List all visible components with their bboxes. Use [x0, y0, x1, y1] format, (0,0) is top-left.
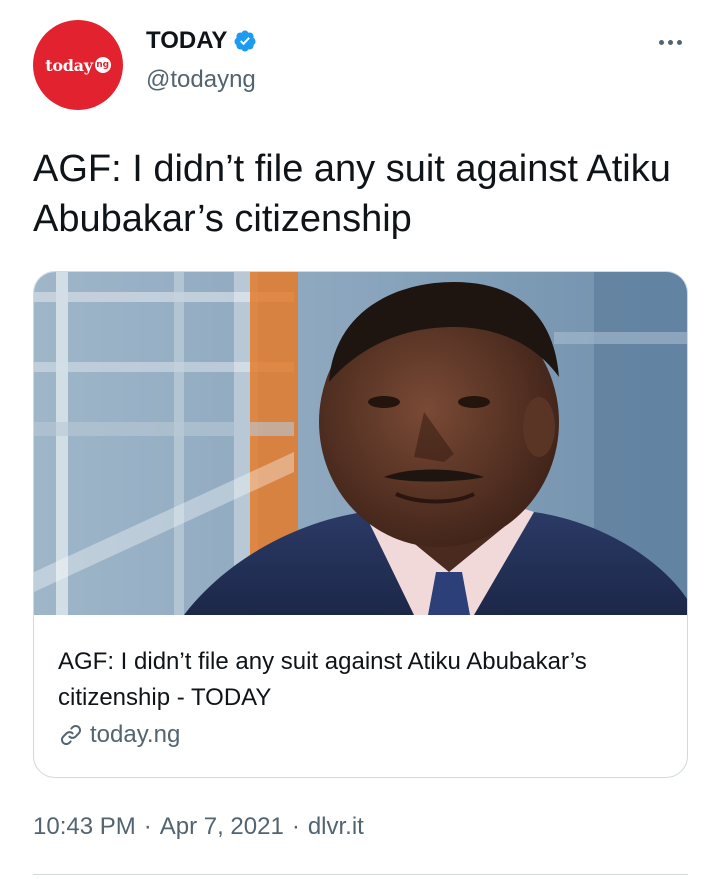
logo-ng-badge: ng: [94, 57, 111, 73]
divider: [33, 874, 688, 875]
card-image[interactable]: [34, 272, 688, 615]
card-domain: today.ng: [58, 721, 180, 749]
user-display-name[interactable]: TODAY: [146, 27, 257, 55]
verified-badge-icon: [234, 30, 256, 52]
dot: [667, 39, 673, 45]
link-preview-card[interactable]: AGF: I didn’t file any suit against Atik…: [33, 271, 688, 778]
card-domain-text: today.ng: [90, 721, 181, 748]
card-title: AGF: I didn’t file any suit against Atik…: [58, 648, 587, 711]
separator: ·: [291, 813, 300, 840]
tweet-date[interactable]: Apr 7, 2021: [160, 813, 284, 841]
tweet-text: AGF: I didn’t file any suit against Atik…: [33, 148, 671, 240]
dot: [676, 39, 682, 45]
tweet-meta: 10:43 PM · Apr 7, 2021 · dlvr.it: [33, 813, 364, 841]
user-handle[interactable]: @todayng: [146, 66, 256, 94]
separator: ·: [143, 813, 152, 840]
today-logo: today ng: [45, 55, 111, 75]
link-icon: [61, 725, 81, 745]
user-name-text: TODAY: [146, 27, 228, 54]
more-options-icon[interactable]: [650, 30, 690, 54]
dot: [658, 39, 664, 45]
avatar[interactable]: today ng: [33, 20, 123, 110]
tweet-time[interactable]: 10:43 PM: [33, 813, 136, 841]
logo-wordmark: today: [45, 55, 93, 75]
tweet-source[interactable]: dlvr.it: [308, 813, 364, 841]
